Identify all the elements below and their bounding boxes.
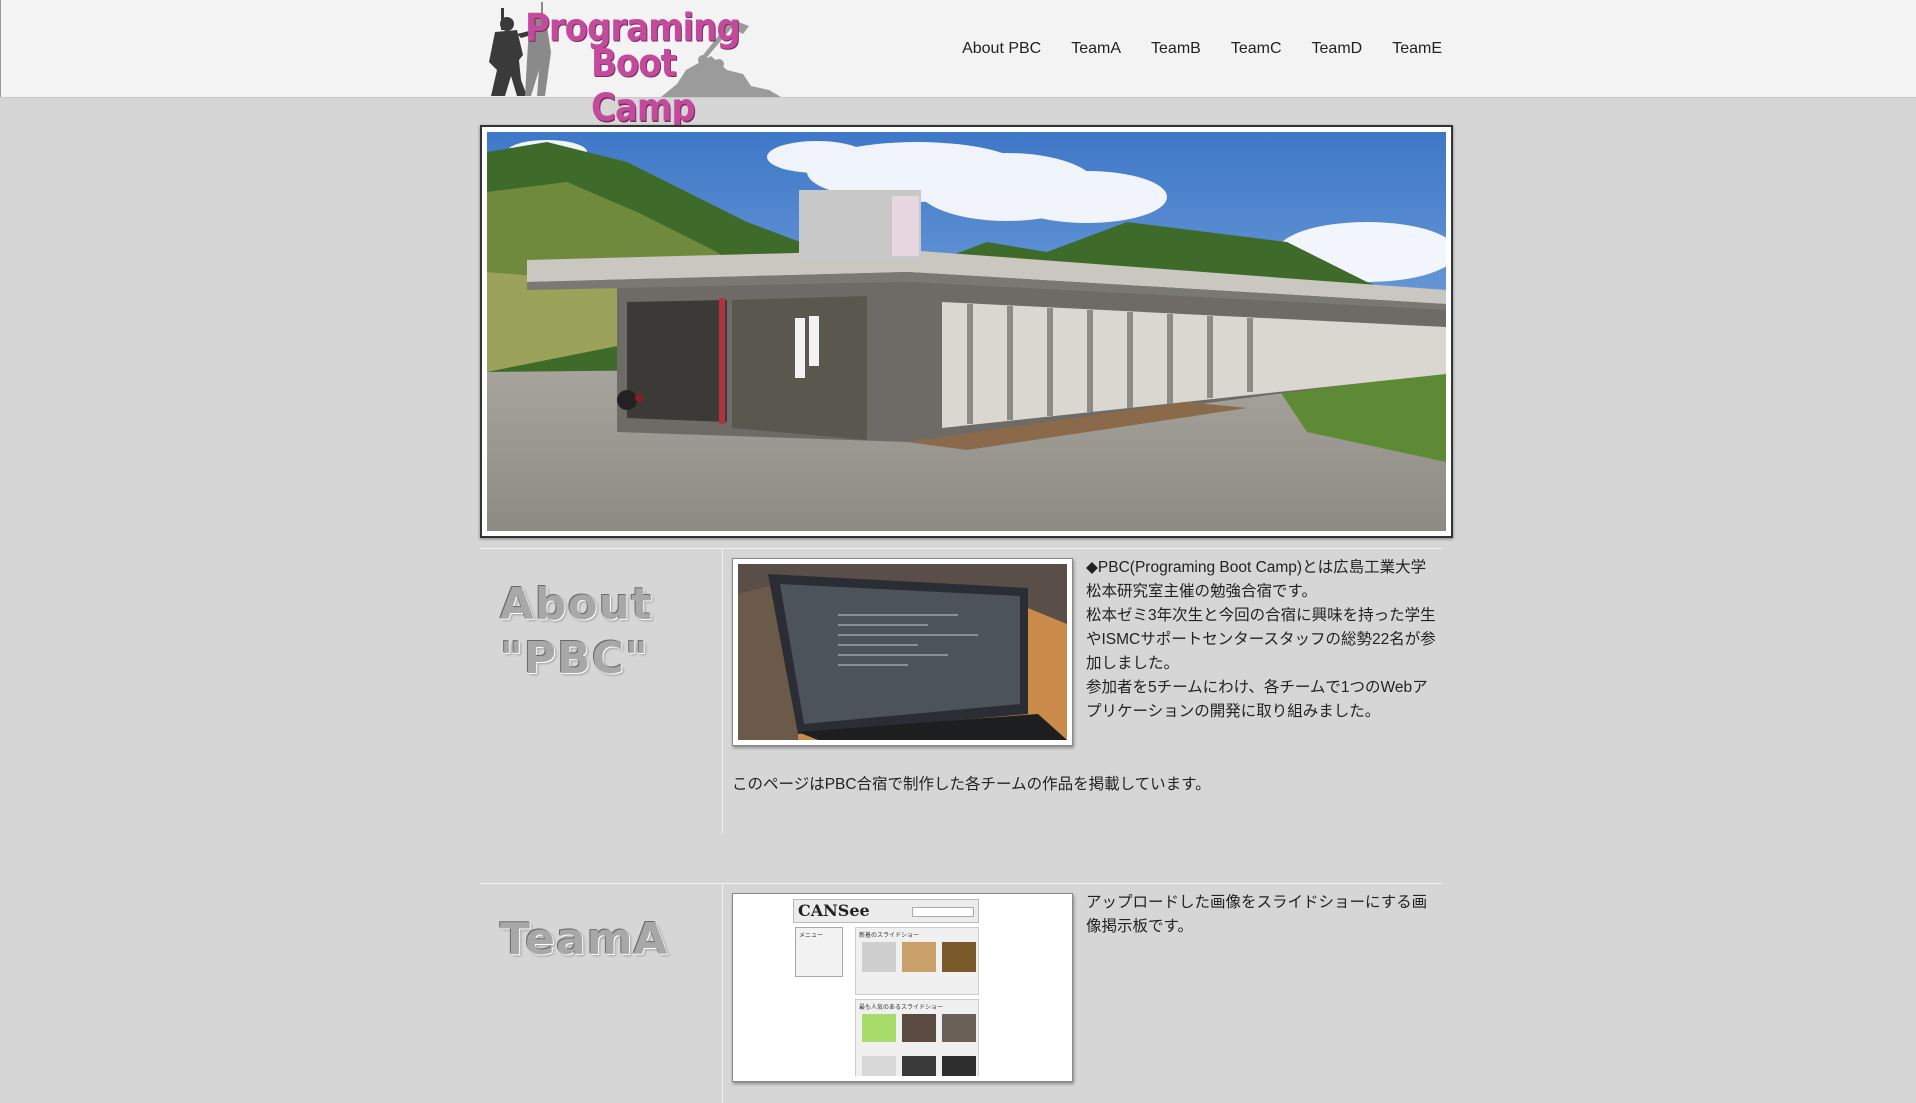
cansee-menu-box: メニュー xyxy=(795,927,843,977)
hero-image-frame xyxy=(480,125,1453,538)
logo-text-line2: Boot Camp xyxy=(591,41,696,131)
section-divider xyxy=(480,883,1442,884)
thumb-green xyxy=(862,1014,896,1042)
nav-about-pbc[interactable]: About PBC xyxy=(962,38,1041,60)
cansee-new-slideshow-panel: 新着のスライドショー xyxy=(855,927,979,995)
cansee-section1-title: 新着のスライドショー xyxy=(859,933,920,939)
thumb-dog xyxy=(902,942,936,972)
site-header: Programing Boot Camp About PBC TeamA Tea… xyxy=(0,0,1916,131)
section-divider xyxy=(480,548,1442,549)
nav-team-c[interactable]: TeamC xyxy=(1231,38,1282,60)
section-column-divider xyxy=(722,548,723,833)
cansee-screenshot: CANSee メニュー 新着のスライドショー 最も人気のあるスライドショー xyxy=(738,899,1067,1076)
search-box xyxy=(912,907,974,917)
cansee-logo: CANSee xyxy=(798,901,870,920)
thumb-plant xyxy=(942,942,976,972)
nav-team-b[interactable]: TeamB xyxy=(1151,38,1201,60)
cansee-popular-slideshow-panel: 最も人気のあるスライドショー xyxy=(855,999,979,1076)
cansee-header: CANSee xyxy=(793,899,979,923)
team-a-section: TeamA CANSee メニュー 新着のスライドショー 最も人気のあるスライド… xyxy=(480,883,1442,1103)
building-photo xyxy=(487,132,1446,531)
about-heading-line2: "PBC" xyxy=(500,633,649,684)
about-section: About "PBC" ◆PBC(Programing Boot Camp)とは… xyxy=(480,548,1442,833)
window-edge xyxy=(0,0,1,97)
section-column-divider xyxy=(722,883,723,1103)
thumb-people xyxy=(942,1014,976,1042)
nav-team-a[interactable]: TeamA xyxy=(1071,38,1121,60)
laptop-photo xyxy=(738,564,1067,740)
cansee-section2-title: 最も人気のあるスライドショー xyxy=(859,1005,944,1011)
about-laptop-image xyxy=(732,558,1073,746)
about-heading-line1: About xyxy=(500,579,654,630)
thumb-room xyxy=(902,1014,936,1042)
thumb-row2-1 xyxy=(862,1056,896,1076)
cansee-menu-title: メニュー xyxy=(799,933,824,939)
nav-team-d[interactable]: TeamD xyxy=(1312,38,1363,60)
team-a-description: アップロードした画像をスライドショーにする画像掲示板です。 xyxy=(1086,894,1428,935)
team-a-screenshot[interactable]: CANSee メニュー 新着のスライドショー 最も人気のあるスライドショー xyxy=(732,893,1073,1082)
team-a-heading: TeamA xyxy=(500,914,669,965)
about-note: このページはPBC合宿で制作した各チームの作品を掲載しています。 xyxy=(732,776,1211,793)
thumb-row2-3 xyxy=(942,1056,976,1076)
site-logo[interactable]: Programing Boot Camp xyxy=(481,0,781,131)
about-description: ◆PBC(Programing Boot Camp)とは広島工業大学 松本研究室… xyxy=(1086,559,1436,720)
thumb-cat-1 xyxy=(862,942,896,972)
nav-team-e[interactable]: TeamE xyxy=(1392,38,1442,60)
main-nav: About PBC TeamA TeamB TeamC TeamD TeamE xyxy=(932,38,1442,60)
about-heading: About "PBC" xyxy=(500,578,653,686)
thumb-row2-2 xyxy=(902,1056,936,1076)
